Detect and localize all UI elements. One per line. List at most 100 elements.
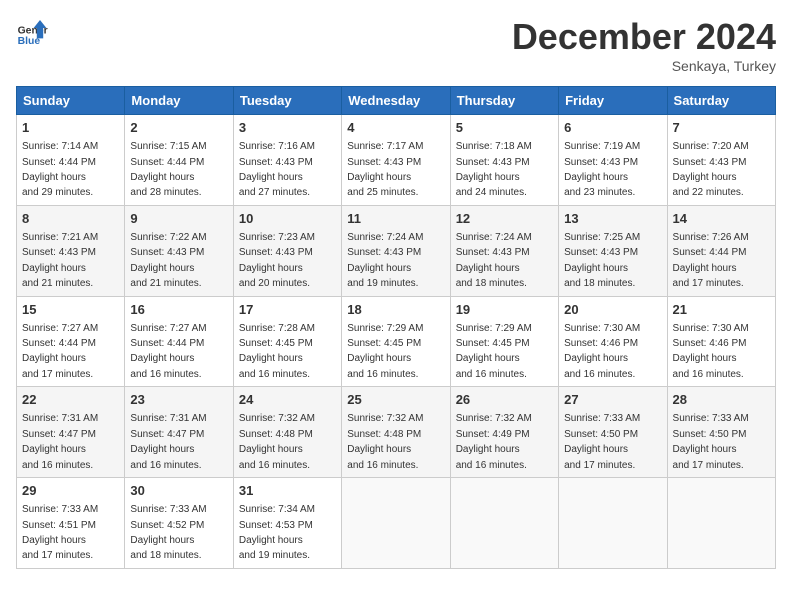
day-info: Sunrise: 7:21 AMSunset: 4:43 PMDaylight … xyxy=(22,232,98,289)
day-info: Sunrise: 7:26 AMSunset: 4:44 PMDaylight … xyxy=(673,232,749,289)
day-info: Sunrise: 7:15 AMSunset: 4:44 PMDaylight … xyxy=(130,141,206,198)
day-number: 29 xyxy=(22,482,119,500)
calendar-cell-day-3: 3 Sunrise: 7:16 AMSunset: 4:43 PMDayligh… xyxy=(233,115,341,206)
calendar-cell-day-31: 31 Sunrise: 7:34 AMSunset: 4:53 PMDaylig… xyxy=(233,478,341,569)
day-number: 12 xyxy=(456,210,553,228)
day-info: Sunrise: 7:32 AMSunset: 4:48 PMDaylight … xyxy=(347,413,423,470)
day-info: Sunrise: 7:27 AMSunset: 4:44 PMDaylight … xyxy=(130,323,206,380)
calendar-cell-day-20: 20 Sunrise: 7:30 AMSunset: 4:46 PMDaylig… xyxy=(559,296,667,387)
day-info: Sunrise: 7:32 AMSunset: 4:49 PMDaylight … xyxy=(456,413,532,470)
calendar-cell-day-27: 27 Sunrise: 7:33 AMSunset: 4:50 PMDaylig… xyxy=(559,387,667,478)
col-header-saturday: Saturday xyxy=(667,87,775,115)
calendar-week-4: 22 Sunrise: 7:31 AMSunset: 4:47 PMDaylig… xyxy=(17,387,776,478)
calendar-cell-day-28: 28 Sunrise: 7:33 AMSunset: 4:50 PMDaylig… xyxy=(667,387,775,478)
location-subtitle: Senkaya, Turkey xyxy=(512,58,776,74)
calendar-cell-day-16: 16 Sunrise: 7:27 AMSunset: 4:44 PMDaylig… xyxy=(125,296,233,387)
calendar-week-3: 15 Sunrise: 7:27 AMSunset: 4:44 PMDaylig… xyxy=(17,296,776,387)
day-info: Sunrise: 7:33 AMSunset: 4:51 PMDaylight … xyxy=(22,504,98,561)
day-number: 31 xyxy=(239,482,336,500)
col-header-friday: Friday xyxy=(559,87,667,115)
col-header-tuesday: Tuesday xyxy=(233,87,341,115)
day-number: 24 xyxy=(239,391,336,409)
col-header-thursday: Thursday xyxy=(450,87,558,115)
day-info: Sunrise: 7:30 AMSunset: 4:46 PMDaylight … xyxy=(564,323,640,380)
calendar-cell-day-25: 25 Sunrise: 7:32 AMSunset: 4:48 PMDaylig… xyxy=(342,387,450,478)
day-info: Sunrise: 7:34 AMSunset: 4:53 PMDaylight … xyxy=(239,504,315,561)
calendar-cell-day-14: 14 Sunrise: 7:26 AMSunset: 4:44 PMDaylig… xyxy=(667,205,775,296)
day-number: 19 xyxy=(456,301,553,319)
day-info: Sunrise: 7:32 AMSunset: 4:48 PMDaylight … xyxy=(239,413,315,470)
calendar-cell-day-8: 8 Sunrise: 7:21 AMSunset: 4:43 PMDayligh… xyxy=(17,205,125,296)
calendar-cell-day-22: 22 Sunrise: 7:31 AMSunset: 4:47 PMDaylig… xyxy=(17,387,125,478)
day-info: Sunrise: 7:23 AMSunset: 4:43 PMDaylight … xyxy=(239,232,315,289)
calendar-cell-day-9: 9 Sunrise: 7:22 AMSunset: 4:43 PMDayligh… xyxy=(125,205,233,296)
calendar-cell-day-30: 30 Sunrise: 7:33 AMSunset: 4:52 PMDaylig… xyxy=(125,478,233,569)
calendar-cell-day-7: 7 Sunrise: 7:20 AMSunset: 4:43 PMDayligh… xyxy=(667,115,775,206)
day-info: Sunrise: 7:25 AMSunset: 4:43 PMDaylight … xyxy=(564,232,640,289)
empty-cell xyxy=(450,478,558,569)
day-info: Sunrise: 7:24 AMSunset: 4:43 PMDaylight … xyxy=(347,232,423,289)
day-info: Sunrise: 7:33 AMSunset: 4:50 PMDaylight … xyxy=(673,413,749,470)
calendar-cell-day-12: 12 Sunrise: 7:24 AMSunset: 4:43 PMDaylig… xyxy=(450,205,558,296)
day-number: 27 xyxy=(564,391,661,409)
day-info: Sunrise: 7:33 AMSunset: 4:52 PMDaylight … xyxy=(130,504,206,561)
calendar-cell-day-24: 24 Sunrise: 7:32 AMSunset: 4:48 PMDaylig… xyxy=(233,387,341,478)
calendar-week-5: 29 Sunrise: 7:33 AMSunset: 4:51 PMDaylig… xyxy=(17,478,776,569)
day-info: Sunrise: 7:27 AMSunset: 4:44 PMDaylight … xyxy=(22,323,98,380)
day-number: 17 xyxy=(239,301,336,319)
col-header-wednesday: Wednesday xyxy=(342,87,450,115)
day-number: 13 xyxy=(564,210,661,228)
day-number: 28 xyxy=(673,391,770,409)
day-info: Sunrise: 7:20 AMSunset: 4:43 PMDaylight … xyxy=(673,141,749,198)
day-info: Sunrise: 7:24 AMSunset: 4:43 PMDaylight … xyxy=(456,232,532,289)
calendar-cell-day-1: 1 Sunrise: 7:14 AMSunset: 4:44 PMDayligh… xyxy=(17,115,125,206)
col-header-monday: Monday xyxy=(125,87,233,115)
calendar-cell-day-6: 6 Sunrise: 7:19 AMSunset: 4:43 PMDayligh… xyxy=(559,115,667,206)
day-number: 7 xyxy=(673,119,770,137)
day-info: Sunrise: 7:33 AMSunset: 4:50 PMDaylight … xyxy=(564,413,640,470)
day-number: 3 xyxy=(239,119,336,137)
day-number: 26 xyxy=(456,391,553,409)
day-number: 1 xyxy=(22,119,119,137)
calendar-cell-day-19: 19 Sunrise: 7:29 AMSunset: 4:45 PMDaylig… xyxy=(450,296,558,387)
day-info: Sunrise: 7:31 AMSunset: 4:47 PMDaylight … xyxy=(130,413,206,470)
day-info: Sunrise: 7:31 AMSunset: 4:47 PMDaylight … xyxy=(22,413,98,470)
day-info: Sunrise: 7:22 AMSunset: 4:43 PMDaylight … xyxy=(130,232,206,289)
empty-cell xyxy=(559,478,667,569)
day-number: 18 xyxy=(347,301,444,319)
day-info: Sunrise: 7:18 AMSunset: 4:43 PMDaylight … xyxy=(456,141,532,198)
calendar-cell-day-5: 5 Sunrise: 7:18 AMSunset: 4:43 PMDayligh… xyxy=(450,115,558,206)
day-number: 6 xyxy=(564,119,661,137)
day-number: 21 xyxy=(673,301,770,319)
logo-icon: General Blue xyxy=(16,16,48,48)
day-number: 8 xyxy=(22,210,119,228)
day-number: 23 xyxy=(130,391,227,409)
day-info: Sunrise: 7:19 AMSunset: 4:43 PMDaylight … xyxy=(564,141,640,198)
calendar-table: SundayMondayTuesdayWednesdayThursdayFrid… xyxy=(16,86,776,569)
day-number: 11 xyxy=(347,210,444,228)
day-number: 30 xyxy=(130,482,227,500)
calendar-cell-day-17: 17 Sunrise: 7:28 AMSunset: 4:45 PMDaylig… xyxy=(233,296,341,387)
calendar-cell-day-10: 10 Sunrise: 7:23 AMSunset: 4:43 PMDaylig… xyxy=(233,205,341,296)
day-number: 16 xyxy=(130,301,227,319)
logo: General Blue xyxy=(16,16,48,48)
day-number: 10 xyxy=(239,210,336,228)
calendar-cell-day-2: 2 Sunrise: 7:15 AMSunset: 4:44 PMDayligh… xyxy=(125,115,233,206)
empty-cell xyxy=(342,478,450,569)
calendar-cell-day-15: 15 Sunrise: 7:27 AMSunset: 4:44 PMDaylig… xyxy=(17,296,125,387)
day-number: 5 xyxy=(456,119,553,137)
calendar-cell-day-13: 13 Sunrise: 7:25 AMSunset: 4:43 PMDaylig… xyxy=(559,205,667,296)
day-info: Sunrise: 7:30 AMSunset: 4:46 PMDaylight … xyxy=(673,323,749,380)
day-number: 15 xyxy=(22,301,119,319)
page-header: General Blue December 2024 Senkaya, Turk… xyxy=(16,16,776,74)
calendar-cell-day-29: 29 Sunrise: 7:33 AMSunset: 4:51 PMDaylig… xyxy=(17,478,125,569)
day-info: Sunrise: 7:17 AMSunset: 4:43 PMDaylight … xyxy=(347,141,423,198)
day-number: 9 xyxy=(130,210,227,228)
day-number: 4 xyxy=(347,119,444,137)
day-info: Sunrise: 7:29 AMSunset: 4:45 PMDaylight … xyxy=(456,323,532,380)
calendar-cell-day-18: 18 Sunrise: 7:29 AMSunset: 4:45 PMDaylig… xyxy=(342,296,450,387)
title-block: December 2024 Senkaya, Turkey xyxy=(512,16,776,74)
day-info: Sunrise: 7:14 AMSunset: 4:44 PMDaylight … xyxy=(22,141,98,198)
day-number: 14 xyxy=(673,210,770,228)
day-number: 2 xyxy=(130,119,227,137)
